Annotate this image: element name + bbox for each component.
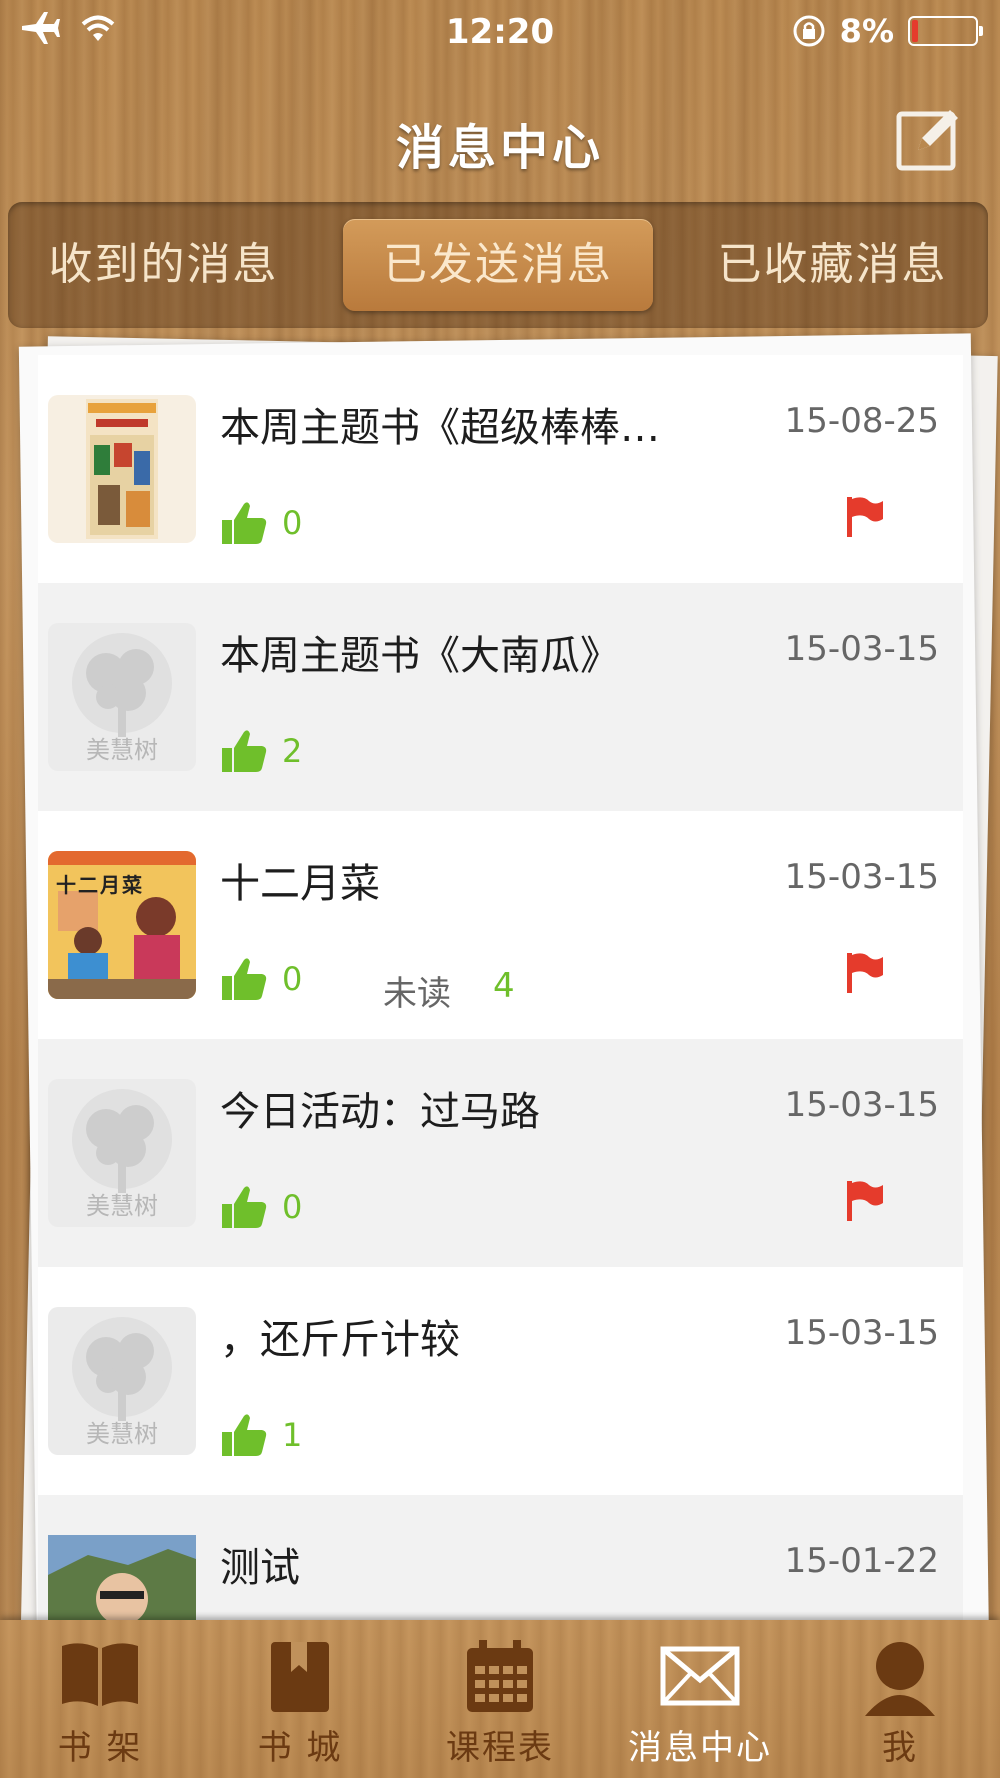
tab-label: 书 城 [257, 1728, 343, 1768]
tab-bookshelf[interactable]: 书 架 [0, 1620, 200, 1778]
message-title: 本周主题书《超级棒棒… [220, 405, 660, 451]
placeholder-thumbnail: 美慧树 [48, 1079, 196, 1227]
likes: 0 [220, 956, 302, 1002]
message-date: 15-01-22 [784, 1541, 939, 1581]
list-item[interactable]: 测试 15-01-22 [38, 1495, 963, 1620]
rotation-lock-icon [793, 15, 825, 47]
tab-label: 书 架 [57, 1728, 143, 1768]
likes: 0 [220, 1184, 302, 1230]
flag-icon[interactable] [845, 495, 885, 539]
calendar-icon [467, 1640, 533, 1712]
tab-saved-messages[interactable]: 已收藏消息 [677, 219, 988, 311]
tab-received-messages[interactable]: 收到的消息 [8, 219, 319, 311]
message-title: 测试 [220, 1545, 300, 1591]
list-item[interactable]: 本周主题书《超级棒棒… 15-08-25 0 [38, 355, 963, 583]
tab-messages[interactable]: 消息中心 [600, 1620, 800, 1778]
compose-icon[interactable] [896, 106, 962, 172]
placeholder-thumbnail: 美慧树 [48, 1307, 196, 1455]
nav-bar: 消息中心 [0, 80, 1000, 190]
message-date: 15-03-15 [784, 1313, 939, 1353]
tab-label: 课程表 [446, 1728, 554, 1768]
bookmark-book-icon [271, 1642, 329, 1712]
tab-label: 我 [882, 1728, 918, 1768]
likes: 2 [220, 728, 302, 774]
placeholder-thumbnail: 美慧树 [48, 623, 196, 771]
tab-bar: 书 架 书 城 课程表 消息中心 我 [0, 1620, 1000, 1778]
flag-icon[interactable] [845, 951, 885, 995]
placeholder-label: 美慧树 [86, 1192, 158, 1220]
page-title: 消息中心 [395, 120, 604, 176]
battery-icon [908, 16, 983, 46]
likes: 1 [220, 1412, 302, 1458]
message-date: 15-03-15 [784, 857, 939, 897]
list-item[interactable]: 美慧树 今日活动：过马路 15-03-15 0 [38, 1039, 963, 1267]
envelope-icon [660, 1646, 740, 1706]
placeholder-label: 美慧树 [86, 736, 158, 764]
tab-bookstore[interactable]: 书 城 [200, 1620, 400, 1778]
list-item[interactable]: 美慧树 ，还斤斤计较 15-03-15 1 [38, 1267, 963, 1495]
book-cover-thumbnail [48, 395, 196, 543]
message-segment-control: 收到的消息 已发送消息 已收藏消息 [8, 202, 988, 328]
status-bar: 12:20 8% [0, 0, 1000, 66]
user-photo-thumbnail [48, 1535, 196, 1620]
message-date: 15-03-15 [784, 629, 939, 669]
status-right: 8% [792, 12, 983, 50]
message-list: 本周主题书《超级棒棒… 15-08-25 0 美慧树 本周主题书《大南瓜》 15… [38, 355, 963, 1620]
book-cover-thumbnail: 十二月菜 [48, 851, 196, 999]
likes-count: 0 [282, 504, 303, 542]
thumbs-up-icon[interactable] [220, 728, 268, 774]
thumbs-up-icon[interactable] [220, 500, 268, 546]
tab-schedule[interactable]: 课程表 [400, 1620, 600, 1778]
thumbs-up-icon[interactable] [220, 1412, 268, 1458]
battery-percent: 8% [839, 12, 894, 50]
tab-me[interactable]: 我 [800, 1620, 1000, 1778]
message-title: ，还斤斤计较 [220, 1317, 460, 1363]
message-date: 15-03-15 [784, 1085, 939, 1125]
app-screen: 12:20 8% 消息中心 收到的消息 已发送消息 已收藏消息 本周主题书《超级… [0, 0, 1000, 1778]
likes-count: 0 [282, 1188, 303, 1226]
flag-icon[interactable] [845, 1179, 885, 1223]
unread-count: 4 [493, 966, 515, 1006]
likes-count: 2 [282, 732, 303, 770]
likes: 0 [220, 500, 302, 546]
user-icon [865, 1642, 935, 1716]
thumbs-up-icon[interactable] [220, 1184, 268, 1230]
unread-label: 未读 [383, 974, 451, 1014]
placeholder-label: 美慧树 [86, 1420, 158, 1448]
tab-sent-messages[interactable]: 已发送消息 [343, 219, 653, 311]
list-item[interactable]: 十二月菜 十二月菜 15-03-15 0 未读 4 [38, 811, 963, 1039]
message-date: 15-08-25 [784, 401, 939, 441]
message-title: 本周主题书《大南瓜》 [220, 633, 620, 679]
book-icon [62, 1643, 138, 1706]
cover-title: 十二月菜 [56, 873, 144, 897]
message-title: 十二月菜 [220, 861, 380, 907]
thumbs-up-icon[interactable] [220, 956, 268, 1002]
likes-count: 0 [282, 960, 303, 998]
likes-count: 1 [282, 1416, 303, 1454]
list-item[interactable]: 美慧树 本周主题书《大南瓜》 15-03-15 2 [38, 583, 963, 811]
tab-label: 消息中心 [628, 1728, 772, 1768]
message-title: 今日活动：过马路 [220, 1089, 540, 1135]
